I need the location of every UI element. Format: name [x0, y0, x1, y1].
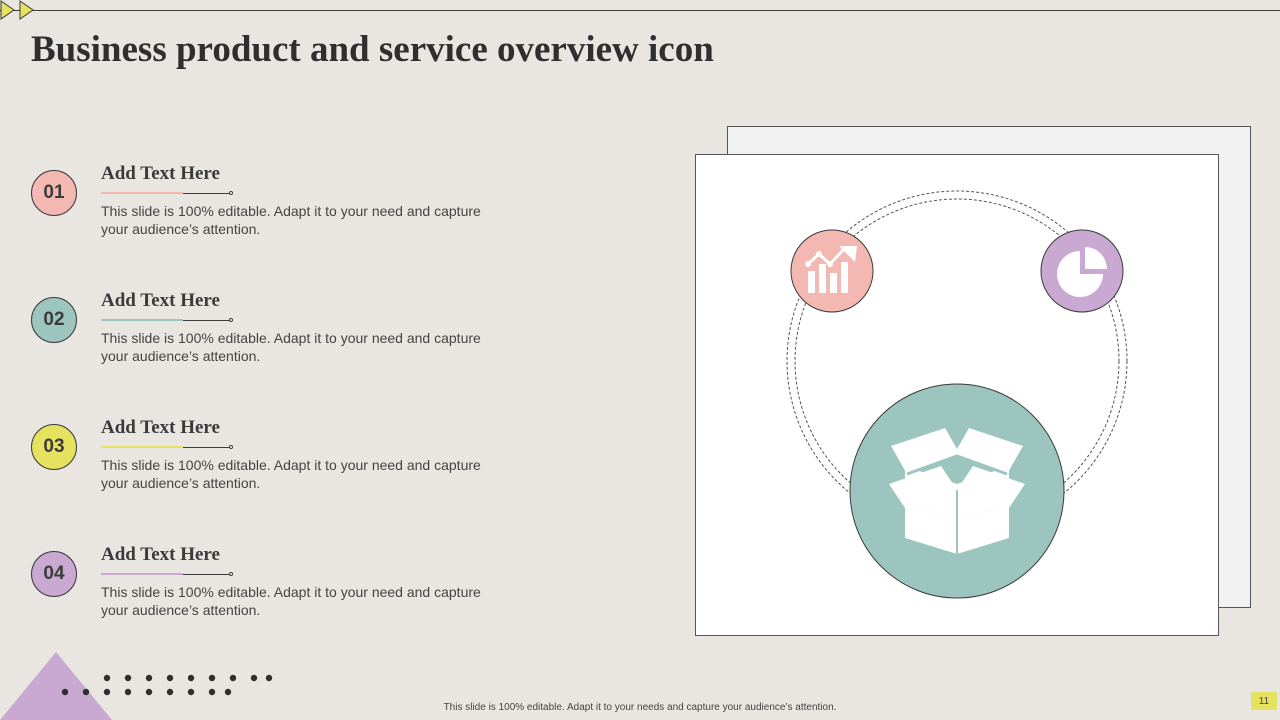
item-body: This slide is 100% editable. Adapt it to… — [101, 203, 481, 237]
heading-underline — [101, 572, 235, 576]
heading-underline — [101, 445, 235, 449]
item-body: This slide is 100% editable. Adapt it to… — [101, 584, 481, 618]
number-badge: 04 — [31, 551, 77, 597]
growth-chart-icon — [790, 229, 874, 313]
item-heading: Add Text Here — [101, 544, 220, 565]
item-heading: Add Text Here — [101, 163, 220, 184]
list-item-02: 02 Add Text Here This slide is 100% edit… — [31, 290, 511, 377]
list-item-01: 01 Add Text Here This slide is 100% edit… — [31, 163, 511, 250]
number-badge: 01 — [31, 170, 77, 216]
heading-underline — [101, 191, 235, 195]
decorative-dots — [61, 674, 273, 696]
page-number: 11 — [1251, 692, 1277, 710]
footer-note: This slide is 100% editable. Adapt it to… — [443, 702, 837, 713]
number-badge: 02 — [31, 297, 77, 343]
item-heading: Add Text Here — [101, 290, 220, 311]
open-box-icon — [849, 383, 1065, 599]
list-item-04: 04 Add Text Here This slide is 100% edit… — [31, 544, 511, 631]
top-rule — [0, 10, 1280, 11]
play-arrows-icon — [0, 0, 34, 20]
pie-chart-icon — [1040, 229, 1124, 313]
page-title: Business product and service overview ic… — [31, 29, 714, 70]
service-overview-illustration — [786, 190, 1128, 599]
item-body: This slide is 100% editable. Adapt it to… — [101, 457, 481, 491]
number-badge: 03 — [31, 424, 77, 470]
list-item-03: 03 Add Text Here This slide is 100% edit… — [31, 417, 511, 504]
heading-underline — [101, 318, 235, 322]
item-body: This slide is 100% editable. Adapt it to… — [101, 330, 481, 364]
item-heading: Add Text Here — [101, 417, 220, 438]
